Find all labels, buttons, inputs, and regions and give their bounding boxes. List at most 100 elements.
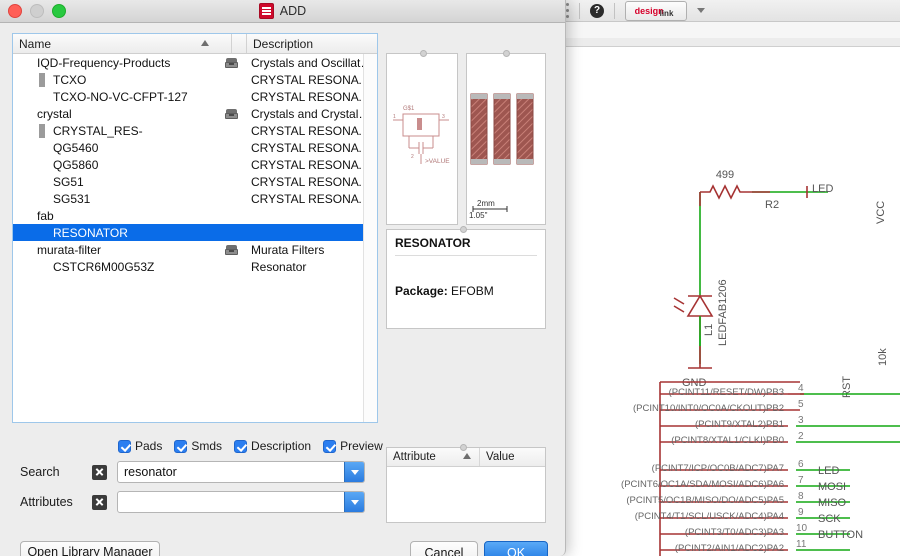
close-button[interactable] <box>8 4 22 18</box>
tree-row-description: Murata Filters <box>251 242 325 257</box>
open-library-manager-button[interactable]: Open Library Manager <box>20 541 160 556</box>
symbol-ref-label: G$1 <box>403 106 415 112</box>
search-row: Search resonator <box>20 461 365 483</box>
svg-text:BUTTON: BUTTON <box>818 529 863 541</box>
tree-row[interactable]: CSTCR6M00G53Z Resonator <box>13 258 377 275</box>
column-header-value-label: Value <box>486 451 515 463</box>
tree-header: Name Description <box>13 34 377 54</box>
disclosure-triangle-right-icon[interactable] <box>35 123 49 138</box>
library-icon <box>225 57 251 68</box>
pane-grip-top[interactable] <box>420 50 427 57</box>
ok-button[interactable]: OK <box>484 541 548 556</box>
dialog-title-group: ADD <box>0 3 565 19</box>
checkbox-indicator[interactable] <box>234 439 248 453</box>
tree-row-list[interactable]: IQD-Frequency-Products Crystals and Oscil… <box>13 54 377 275</box>
scale-label-2: 1.05" <box>469 211 488 220</box>
tree-row-label: RESONATOR <box>53 225 128 240</box>
tree-row[interactable]: QG5460 CRYSTAL RESONATOR <box>13 139 377 156</box>
checkbox-indicator[interactable] <box>323 439 337 453</box>
checkbox-indicator[interactable] <box>118 439 131 453</box>
tree-row-label: SG51 <box>53 174 84 189</box>
tree-row-name-cell: QG5460 <box>13 141 225 155</box>
tree-row[interactable]: SG51 CRYSTAL RESONATOR <box>13 173 377 190</box>
clear-icon[interactable] <box>92 464 107 480</box>
checkbox-indicator[interactable] <box>174 439 188 453</box>
tree-row[interactable]: murata-filter Murata Filters <box>13 241 377 258</box>
attribute-table-pane[interactable]: Attribute Value <box>386 444 546 523</box>
package-preview-drawing: 2mm 1.05" <box>469 93 534 220</box>
resistor-ref-label: R2 <box>765 199 779 211</box>
minimize-button[interactable] <box>30 4 44 18</box>
checkbox-smds[interactable]: Smds <box>174 439 222 453</box>
disclosure-triangle-down-icon[interactable] <box>19 55 33 70</box>
tree-row-name-cell: CSTCR6M00G53Z <box>13 260 225 274</box>
tree-row-name-cell: crystal <box>13 106 225 121</box>
sort-ascending-icon <box>463 453 471 459</box>
tree-row[interactable]: TCXO-NO-VC-CFPT-127 CRYSTAL RESONATOR <box>13 88 377 105</box>
cancel-button[interactable]: Cancel <box>410 541 478 556</box>
attributes-input[interactable] <box>117 491 365 513</box>
column-header-name[interactable]: Name <box>13 34 231 53</box>
column-header-description[interactable]: Description <box>246 34 377 53</box>
tree-row[interactable]: fab <box>13 207 377 224</box>
pin-number-labels: 4 5 3 2 6 7 8 9 10 11 <box>796 383 808 550</box>
column-header-description-label: Description <box>253 36 314 51</box>
pane-grip-top[interactable] <box>460 444 467 451</box>
column-header-name-label: Name <box>19 36 52 51</box>
led-ref-label: L1 <box>703 324 715 336</box>
checkbox-label: Smds <box>191 439 223 453</box>
checkbox-preview[interactable]: Preview <box>323 439 383 453</box>
schematic-drawing: 499 R2 LED L1 LEDFAB1206 GND VCC 10k RST <box>621 169 900 556</box>
chevron-down-icon[interactable] <box>344 462 364 482</box>
checkbox-description[interactable]: Description <box>234 439 311 453</box>
dialog-titlebar[interactable]: ADD <box>0 0 565 23</box>
svg-text:LED: LED <box>818 465 839 477</box>
column-header-value[interactable]: Value <box>479 448 545 466</box>
disclosure-triangle-down-icon[interactable] <box>19 106 33 121</box>
chevron-down-icon[interactable] <box>697 8 705 13</box>
overflow-dots-icon[interactable] <box>566 3 569 18</box>
checkbox-label: Description <box>251 439 312 453</box>
pane-grip-top[interactable] <box>460 226 467 233</box>
svg-text:11: 11 <box>796 539 807 550</box>
app-toolbar[interactable]: ? design link <box>560 0 900 22</box>
zoom-button[interactable] <box>52 4 66 18</box>
svg-text:MOSI: MOSI <box>818 481 846 493</box>
symbol-preview-pane[interactable]: G$1 1 3 2 >VALUE <box>386 50 458 225</box>
tree-row[interactable]: CRYSTAL_RES- CRYSTAL RESONATOR <box>13 122 377 139</box>
tree-row-label: QG5460 <box>53 140 99 155</box>
schematic-canvas[interactable]: 499 R2 LED L1 LEDFAB1206 GND VCC 10k RST <box>560 46 900 556</box>
package-preview-pane[interactable]: 2mm 1.05" <box>466 50 546 225</box>
checkbox-label: Pads <box>135 439 163 453</box>
disclosure-triangle-right-icon[interactable] <box>35 72 49 87</box>
column-header-attribute[interactable]: Attribute <box>387 448 479 466</box>
tree-row[interactable]: QG5860 CRYSTAL RESONATOR <box>13 156 377 173</box>
tree-row-description: CRYSTAL RESONATOR <box>251 191 377 206</box>
tree-row[interactable]: SG531 CRYSTAL RESONATOR <box>13 190 377 207</box>
tree-scrollbar-vertical[interactable] <box>363 54 377 422</box>
search-input[interactable]: resonator <box>117 461 365 483</box>
checkbox-pads[interactable]: Pads <box>118 439 162 453</box>
svg-text:2: 2 <box>411 154 414 160</box>
design-link-button[interactable]: design link <box>625 0 687 21</box>
tree-row[interactable]: IQD-Frequency-Products Crystals and Oscil… <box>13 54 377 71</box>
disclosure-triangle-down-icon[interactable] <box>19 242 33 257</box>
window-controls[interactable] <box>0 4 66 18</box>
tree-row-name-cell: CRYSTAL_RES- <box>13 123 225 138</box>
clear-icon[interactable] <box>92 494 107 510</box>
design-link-label-2: link <box>659 9 674 18</box>
library-tree-panel[interactable]: Name Description IQD-Frequency-Products C… <box>12 33 378 423</box>
tree-row[interactable]: TCXO CRYSTAL RESONATOR <box>13 71 377 88</box>
symbol-preview-drawing: G$1 1 3 2 >VALUE <box>393 106 450 165</box>
chevron-down-icon[interactable] <box>344 492 364 512</box>
pane-grip-top[interactable] <box>503 50 510 57</box>
help-icon[interactable]: ? <box>590 3 604 18</box>
svg-text:(PCINT9/XTAL2)PB1: (PCINT9/XTAL2)PB1 <box>695 419 784 430</box>
svg-text:3: 3 <box>798 415 804 426</box>
attributes-row: Attributes <box>20 491 365 513</box>
tree-row[interactable]: RESONATOR <box>13 224 377 241</box>
vcc-label: VCC <box>875 201 887 224</box>
disclosure-triangle-down-icon[interactable] <box>19 208 33 223</box>
led-value-label: LEDFAB1206 <box>717 279 729 346</box>
tree-row[interactable]: crystal Crystals and Crystal Re... <box>13 105 377 122</box>
